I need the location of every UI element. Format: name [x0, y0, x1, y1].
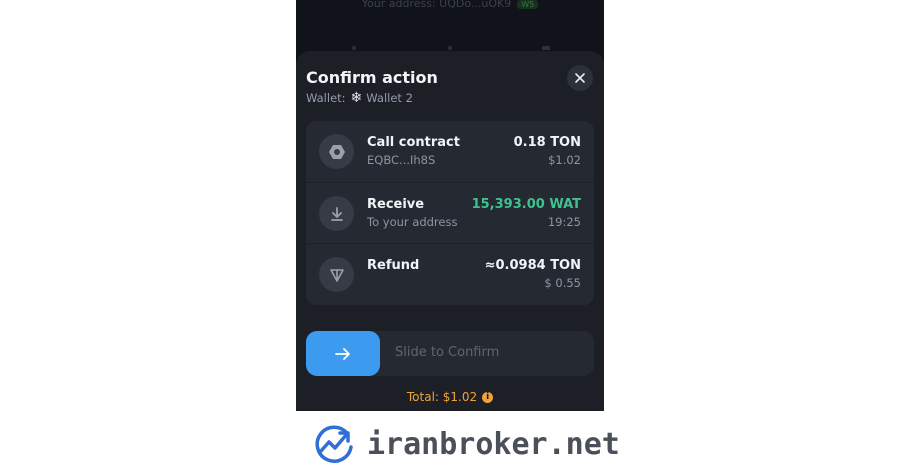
brand-name: iranbroker.net	[367, 426, 620, 462]
actions-list: Call contract EQBC...Ih8S 0.18 TON $1.02…	[306, 121, 594, 305]
arrow-down-icon	[319, 196, 354, 231]
contract-address: EQBC...Ih8S	[367, 153, 436, 167]
slider-knob[interactable]	[306, 331, 380, 376]
close-icon	[575, 73, 585, 83]
ton-logo-icon	[319, 257, 354, 292]
total-line: Total: $1.02 i	[296, 390, 604, 404]
action-row-refund[interactable]: Refund ≈0.0984 TON $ 0.55	[306, 243, 594, 304]
sheet-title: Confirm action	[306, 68, 438, 87]
background-address-badge: W5	[517, 0, 539, 9]
action-title: Call contract	[367, 135, 460, 150]
wallet-prefix: Wallet:	[306, 91, 346, 105]
action-fiat-value: $ 0.55	[544, 276, 581, 290]
action-row-call-contract[interactable]: Call contract EQBC...Ih8S 0.18 TON $1.02	[306, 121, 594, 182]
arrow-right-icon	[335, 347, 350, 360]
growth-chart-logo	[315, 425, 353, 463]
phone-screen: Your address: UQDo...uOK9 W5 Confirm acti…	[296, 0, 604, 411]
snowflake-icon: ❄	[350, 90, 363, 106]
action-row-receive[interactable]: Receive To your address 15,393.00 WAT 19…	[306, 182, 594, 243]
slider-label: Slide to Confirm	[395, 345, 500, 360]
wallet-name: Wallet 2	[366, 91, 413, 105]
background-address: Your address: UQDo...uOK9 W5	[296, 0, 604, 10]
action-title: Refund	[367, 258, 420, 273]
background-dot-icon	[352, 46, 356, 50]
watermark-brand: iranbroker.net	[313, 423, 620, 465]
contract-icon	[319, 134, 354, 169]
action-time: 19:25	[547, 215, 581, 229]
background-dot-icon	[542, 46, 550, 50]
background-address-text: Your address: UQDo...uOK9	[361, 0, 512, 10]
close-button[interactable]	[567, 65, 593, 91]
slide-to-confirm[interactable]: Slide to Confirm	[306, 331, 594, 376]
action-fiat-value: $1.02	[548, 153, 581, 167]
confirm-action-sheet: Confirm action Wallet: ❄ Wallet 2 Call c…	[296, 51, 604, 411]
action-title: Receive	[367, 197, 425, 212]
info-icon[interactable]: i	[482, 391, 494, 403]
action-amount: 15,393.00 WAT	[471, 197, 581, 212]
background-dot-icon	[448, 46, 452, 50]
wallet-selector: Wallet: ❄ Wallet 2	[306, 91, 413, 105]
total-text: Total: $1.02	[406, 390, 478, 404]
action-subtitle: To your address	[367, 215, 458, 229]
action-amount: 0.18 TON	[513, 135, 581, 150]
action-amount: ≈0.0984 TON	[484, 258, 581, 273]
